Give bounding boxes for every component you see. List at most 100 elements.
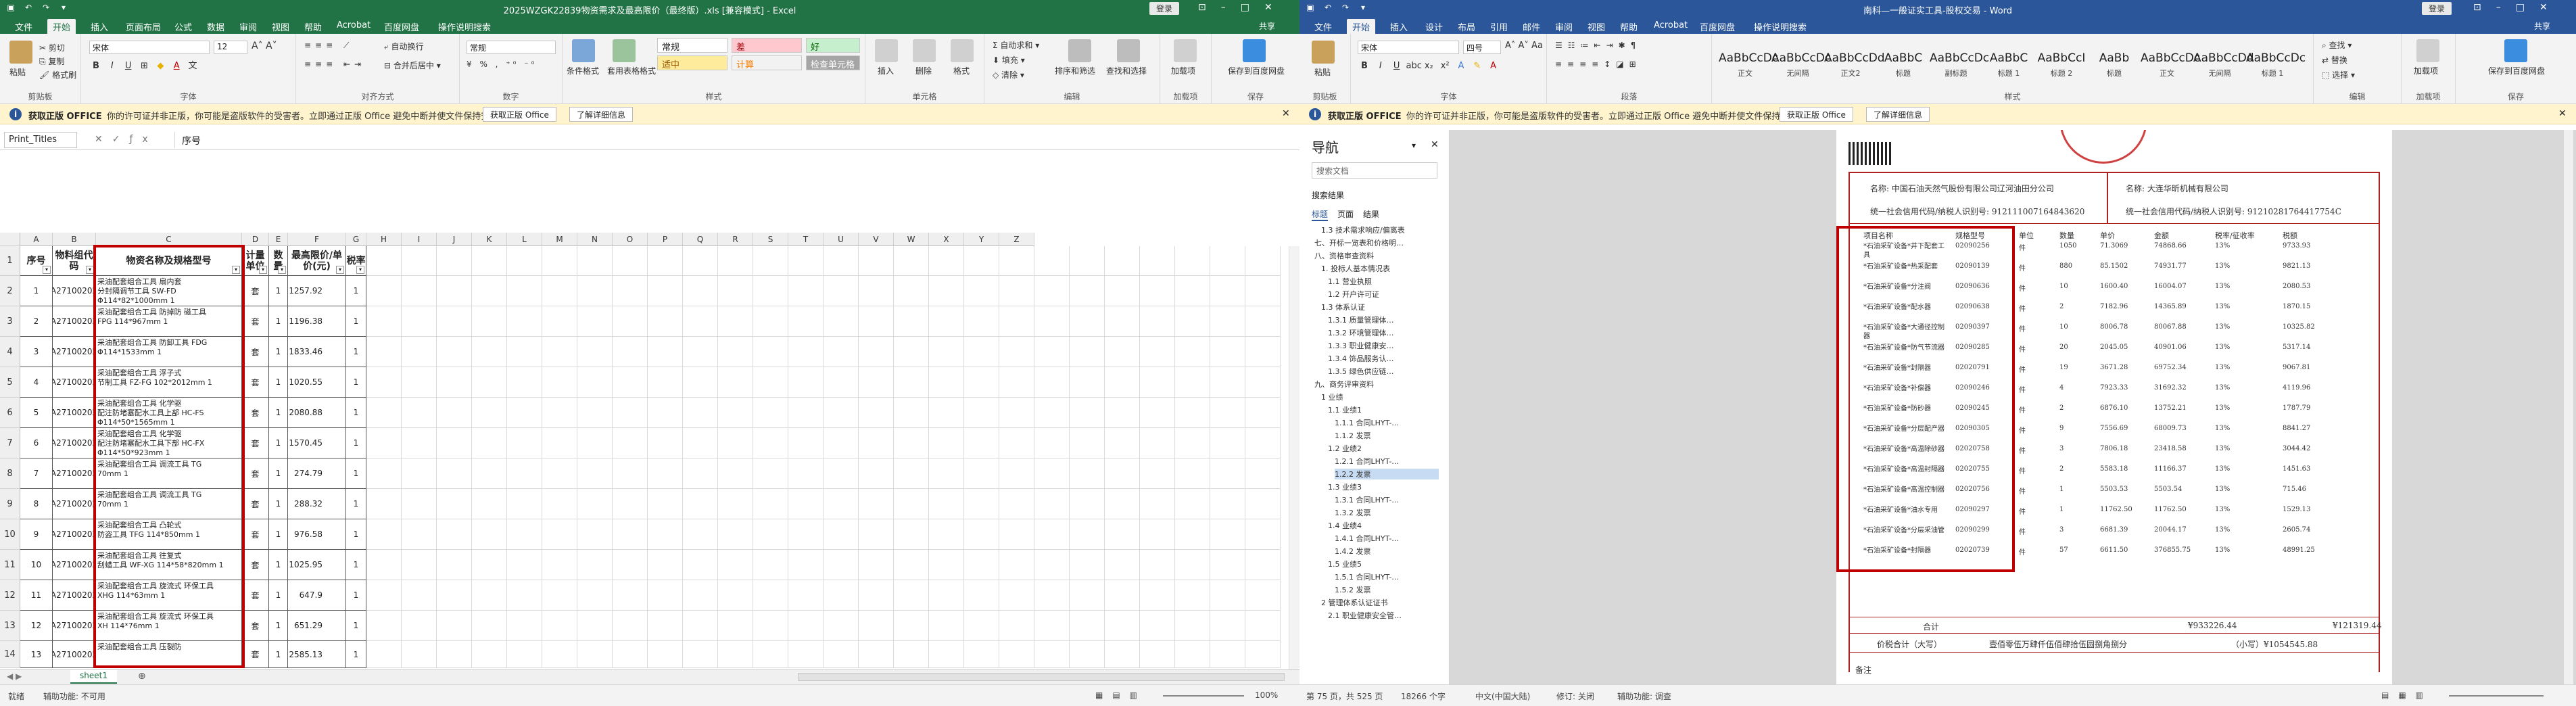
column-header[interactable]: S — [753, 233, 788, 246]
word-font-grow-icon[interactable]: A˄ A˅ Aa — [1505, 41, 1543, 51]
cell-max-price[interactable]: 288.32 — [288, 489, 346, 519]
empty-cell[interactable] — [613, 550, 648, 580]
subscript-icon[interactable]: x₂ — [1422, 60, 1435, 73]
filter-dropdown-icon[interactable]: ▾ — [259, 266, 267, 274]
italic-icon[interactable]: I — [1374, 60, 1387, 73]
empty-cell[interactable] — [613, 246, 648, 276]
empty-cell[interactable] — [1175, 458, 1210, 489]
empty-cell[interactable] — [613, 367, 648, 398]
empty-cell[interactable] — [402, 458, 437, 489]
tab-4[interactable]: 公式 — [169, 19, 197, 34]
empty-cell[interactable] — [648, 276, 683, 306]
cell-material-code[interactable]: A27100202 — [53, 458, 96, 489]
empty-cell[interactable] — [753, 519, 788, 550]
empty-cell[interactable] — [577, 337, 613, 367]
empty-cell[interactable] — [402, 519, 437, 550]
empty-cell[interactable] — [437, 611, 472, 641]
empty-cell[interactable] — [1070, 398, 1105, 428]
word-font-name-select[interactable]: 宋体 — [1358, 41, 1459, 54]
empty-cell[interactable] — [718, 519, 753, 550]
empty-cell[interactable] — [824, 398, 859, 428]
nav-heading-item[interactable]: 2.1 职业健康安全管… — [1328, 610, 1439, 621]
empty-cell[interactable] — [929, 367, 964, 398]
empty-cell[interactable] — [718, 641, 753, 668]
cell-tax[interactable]: 1 — [346, 489, 366, 519]
cell-serial[interactable]: 2 — [20, 306, 53, 337]
empty-cell[interactable] — [788, 641, 824, 668]
empty-cell[interactable] — [824, 489, 859, 519]
cell-max-price[interactable]: 1570.45 — [288, 428, 346, 458]
format-painter-button[interactable]: 🖌 格式刷 — [39, 69, 76, 80]
empty-cell[interactable] — [1105, 641, 1140, 668]
nav-heading-item[interactable]: 1.5.1 合同LHYT-… — [1335, 571, 1439, 582]
cell-serial[interactable]: 5 — [20, 398, 53, 428]
empty-cell[interactable] — [1140, 398, 1175, 428]
empty-cell[interactable] — [1105, 398, 1140, 428]
empty-cell[interactable] — [788, 337, 824, 367]
empty-cell[interactable] — [577, 519, 613, 550]
empty-cell[interactable] — [577, 580, 613, 611]
empty-cell[interactable] — [683, 458, 718, 489]
empty-cell[interactable] — [718, 489, 753, 519]
empty-cell[interactable] — [648, 337, 683, 367]
bold-icon[interactable]: B — [89, 60, 103, 73]
empty-cell[interactable] — [648, 580, 683, 611]
empty-cell[interactable] — [1070, 458, 1105, 489]
empty-cell[interactable] — [718, 306, 753, 337]
row-header[interactable]: 13 — [0, 611, 20, 641]
cell-item-name[interactable]: 采油配套组合工具 压裂防 — [96, 641, 242, 668]
empty-cell[interactable] — [472, 550, 507, 580]
empty-cell[interactable] — [964, 367, 999, 398]
empty-cell[interactable] — [753, 398, 788, 428]
login-button[interactable]: 登录 — [1149, 2, 1180, 15]
empty-cell[interactable] — [718, 550, 753, 580]
empty-cell[interactable] — [1105, 276, 1140, 306]
empty-cell[interactable] — [402, 367, 437, 398]
style-calculation[interactable]: 计算 — [732, 55, 802, 70]
filter-dropdown-icon[interactable]: ▾ — [356, 266, 364, 274]
empty-cell[interactable] — [929, 428, 964, 458]
empty-cell[interactable] — [613, 641, 648, 668]
empty-cell[interactable] — [507, 337, 542, 367]
empty-cell[interactable] — [999, 276, 1034, 306]
empty-cell[interactable] — [507, 428, 542, 458]
empty-cell[interactable] — [859, 489, 894, 519]
underline-icon[interactable]: U — [1390, 60, 1404, 73]
text-effects-icon[interactable]: A — [1454, 60, 1468, 73]
empty-cell[interactable] — [577, 306, 613, 337]
empty-cell[interactable] — [859, 367, 894, 398]
close-message-icon[interactable]: ✕ — [1282, 108, 1290, 119]
cell-quantity[interactable]: 1 — [269, 398, 288, 428]
tab-3[interactable]: 页面布局 — [120, 19, 166, 34]
empty-cell[interactable] — [1245, 580, 1281, 611]
empty-cell[interactable] — [1034, 611, 1070, 641]
empty-cell[interactable] — [437, 337, 472, 367]
status-accessibility[interactable]: 辅助功能: 调查 — [1617, 690, 1671, 702]
empty-cell[interactable] — [577, 246, 613, 276]
empty-cell[interactable] — [1245, 398, 1281, 428]
tab-3[interactable]: 设计 — [1420, 19, 1448, 34]
empty-cell[interactable] — [824, 641, 859, 668]
empty-cell[interactable] — [894, 306, 929, 337]
empty-cell[interactable] — [542, 580, 577, 611]
view-mode-icons[interactable]: ▦▤▥ — [1095, 690, 1147, 700]
close-icon[interactable]: ✕ — [1264, 2, 1272, 13]
empty-cell[interactable] — [683, 519, 718, 550]
number-format-icons[interactable]: ¥ % , ⁺⁰ ⁻⁰ — [467, 60, 537, 69]
tab-6[interactable]: 邮件 — [1517, 19, 1546, 34]
header-tax[interactable]: 税率 ▾ — [346, 246, 366, 276]
empty-cell[interactable] — [542, 611, 577, 641]
column-header[interactable]: F — [288, 233, 346, 246]
highlight-icon[interactable]: ✎ — [1471, 60, 1484, 73]
zoom-slider[interactable] — [1163, 695, 1244, 697]
cell-serial[interactable]: 10 — [20, 550, 53, 580]
empty-cell[interactable] — [1140, 489, 1175, 519]
empty-cell[interactable] — [1140, 246, 1175, 276]
cell-unit[interactable]: 套 — [242, 580, 269, 611]
word-get-genuine-button[interactable]: 获取正版 Office — [1780, 107, 1853, 122]
cell-max-price[interactable]: 1020.55 — [288, 367, 346, 398]
row-header[interactable]: 14 — [0, 641, 20, 668]
cell-tax[interactable]: 1 — [346, 458, 366, 489]
empty-cell[interactable] — [964, 489, 999, 519]
table-format-icon[interactable] — [613, 39, 636, 62]
